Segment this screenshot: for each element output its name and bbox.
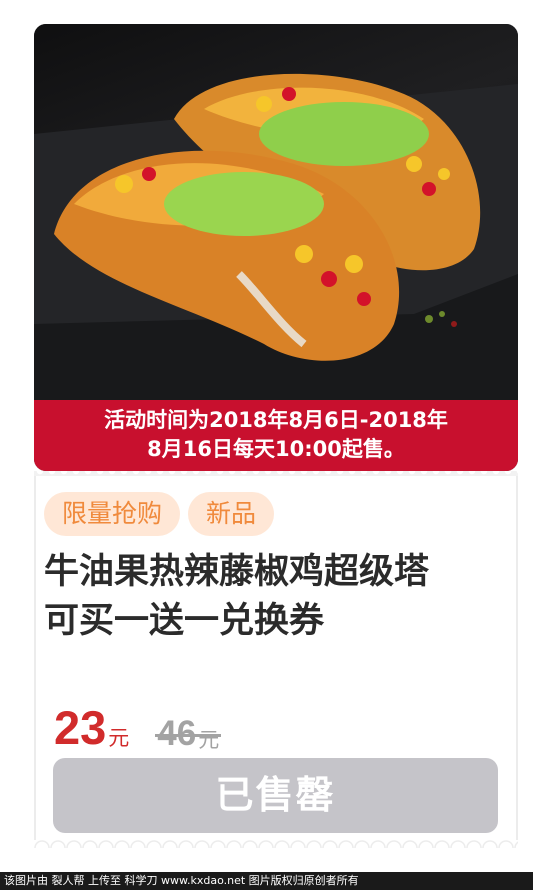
original-price: 46 元 xyxy=(155,712,222,756)
tag-new-product: 新品 xyxy=(188,492,275,536)
sale-price: 23 xyxy=(54,701,107,754)
sale-time-notice: 活动时间为2018年8月6日-2018年 8月16日每天10:00起售。 xyxy=(34,400,518,471)
sold-out-button[interactable]: 已售罄 xyxy=(53,758,498,833)
notice-line-2: 8月16日每天10:00起售。 xyxy=(147,437,405,461)
sale-price-unit: 元 xyxy=(108,726,130,750)
watermark-text: 该图片由 裂人帮 上传至 科学刀 www.kxdao.net 图片版权归原创者所… xyxy=(0,872,533,890)
tag-limited-sale: 限量抢购 xyxy=(44,492,181,536)
title-line-1: 牛油果热辣藤椒鸡超级塔 xyxy=(44,552,430,592)
price-row: 23 元 46 元 xyxy=(54,696,222,756)
title-line-2: 可买一送一兑换券 xyxy=(44,601,325,641)
product-media-card: 活动时间为2018年8月6日-2018年 8月16日每天10:00起售。 xyxy=(34,24,518,471)
original-price-value: 46 xyxy=(157,714,197,753)
tag-list: 限量抢购 新品 xyxy=(44,492,275,536)
scalloped-edge xyxy=(34,836,518,848)
coupon-detail-screen: 活动时间为2018年8月6日-2018年 8月16日每天10:00起售。 限量抢… xyxy=(0,0,533,890)
product-title: 牛油果热辣藤椒鸡超级塔 可买一送一兑换券 xyxy=(44,548,514,646)
original-price-unit: 元 xyxy=(198,728,220,752)
notice-line-1: 活动时间为2018年8月6日-2018年 xyxy=(104,408,448,432)
product-photo xyxy=(34,24,518,400)
